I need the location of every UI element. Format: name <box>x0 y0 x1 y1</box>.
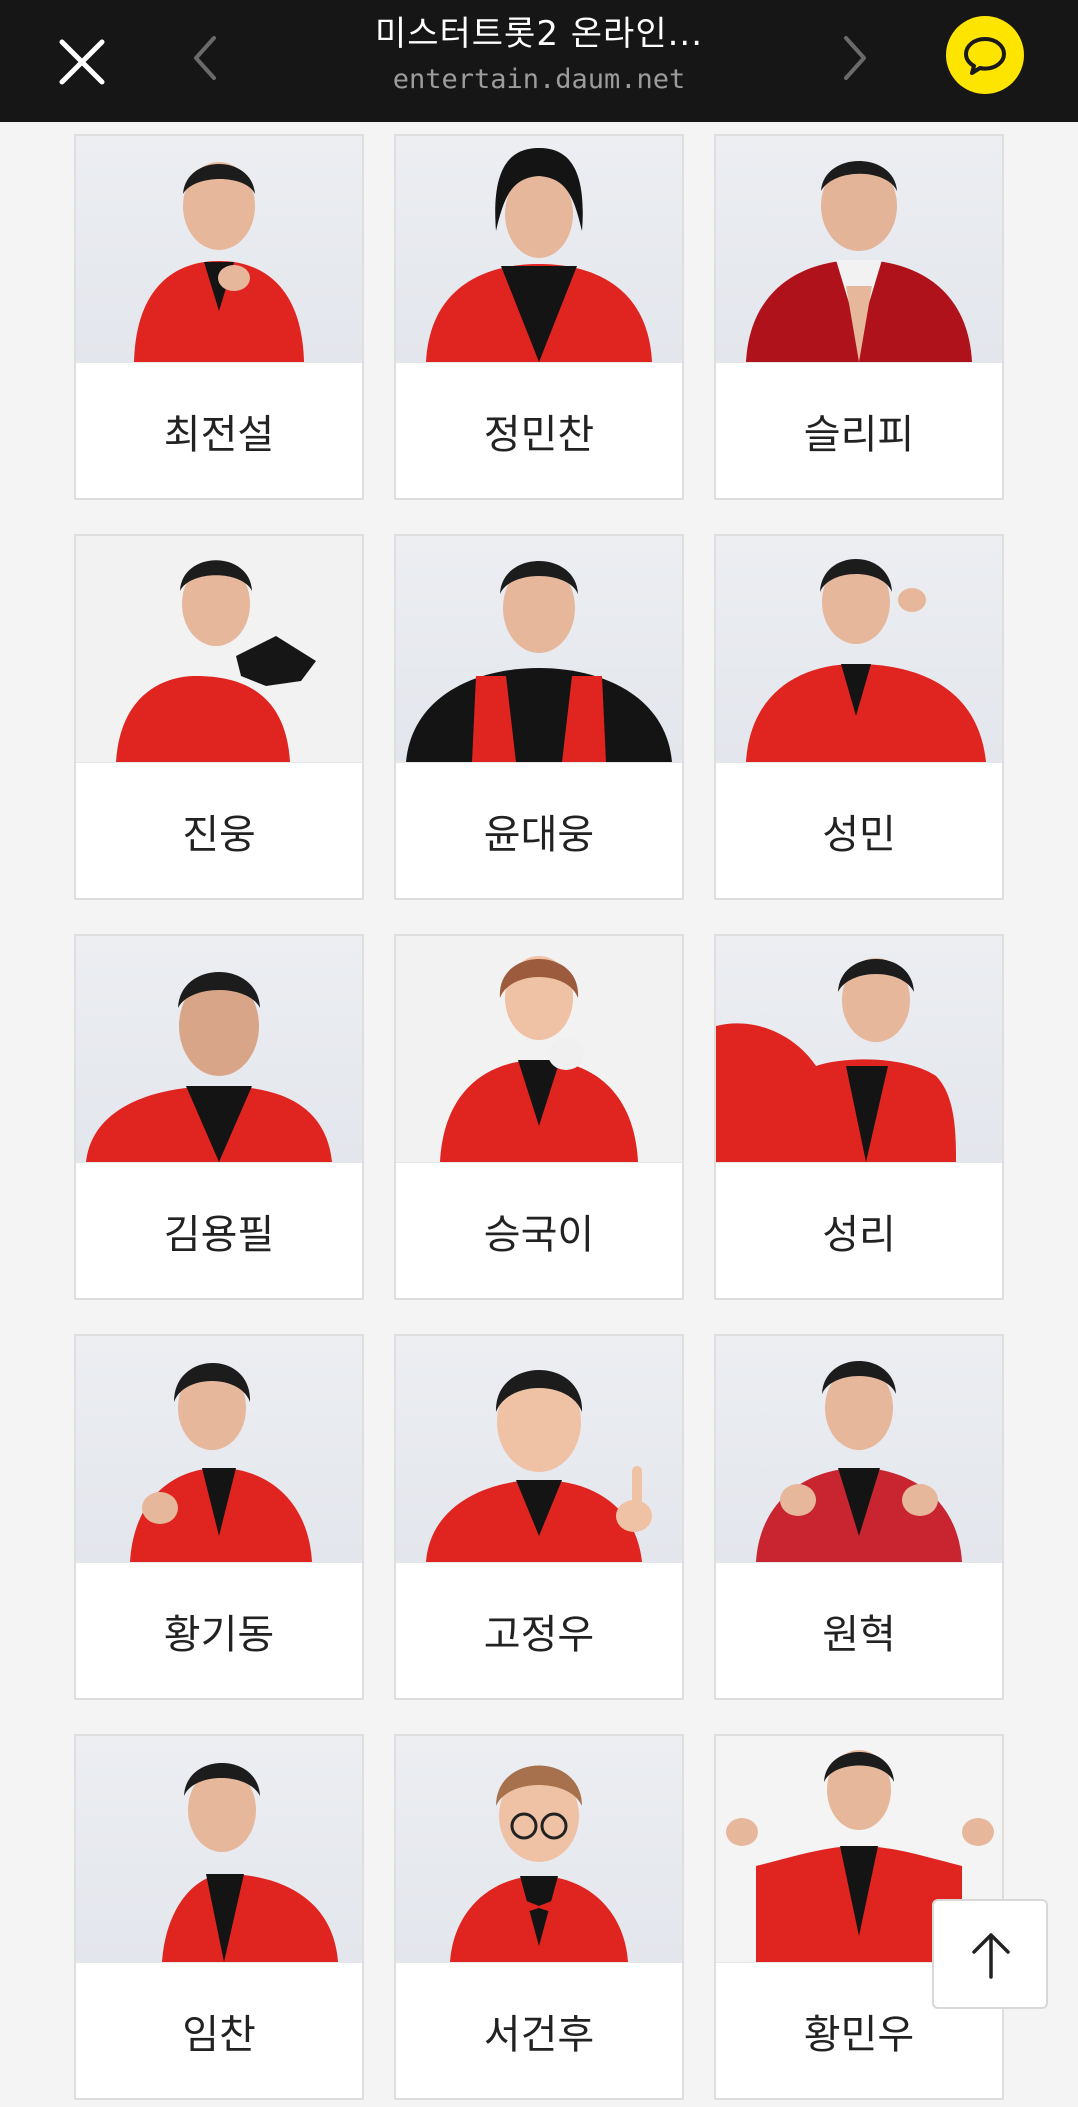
contestant-card[interactable]: 정민찬 <box>394 134 684 500</box>
contestant-photo <box>396 1336 682 1562</box>
contestant-name: 성리 <box>716 1162 1002 1298</box>
contestant-name: 원혁 <box>716 1562 1002 1698</box>
top-bar: 미스터트롯2 온라인... entertain.daum.net <box>0 0 1078 122</box>
contestant-card[interactable]: 진웅 <box>74 534 364 900</box>
next-button[interactable] <box>830 28 880 88</box>
contestant-photo <box>396 536 682 762</box>
close-button[interactable] <box>50 30 114 94</box>
contestant-name: 최전설 <box>76 362 362 498</box>
contestant-card[interactable]: 황기동 <box>74 1334 364 1700</box>
contestant-name: 승국이 <box>396 1162 682 1298</box>
contestant-photo <box>716 936 1002 1162</box>
page-title: 미스터트롯2 온라인... <box>374 14 704 54</box>
contestant-name: 정민찬 <box>396 362 682 498</box>
contestant-card[interactable]: 최전설 <box>74 134 364 500</box>
contestant-card[interactable]: 원혁 <box>714 1334 1004 1700</box>
contestant-name: 슬리피 <box>716 362 1002 498</box>
contestant-card[interactable]: 윤대웅 <box>394 534 684 900</box>
contestant-name: 진웅 <box>76 762 362 898</box>
arrow-up-icon <box>972 1933 1010 1979</box>
contestant-card[interactable]: 임찬 <box>74 1734 364 2100</box>
contestant-photo <box>76 136 362 362</box>
contestant-name: 고정우 <box>396 1562 682 1698</box>
contestant-photo <box>396 1736 682 1962</box>
contestant-photo <box>716 536 1002 762</box>
contestant-name: 성민 <box>716 762 1002 898</box>
contestant-name: 황기동 <box>76 1562 362 1698</box>
contestant-name: 김용필 <box>76 1162 362 1298</box>
scroll-to-top-button[interactable] <box>932 1899 1048 2009</box>
contestant-name: 윤대웅 <box>396 762 682 898</box>
contestant-card[interactable]: 성리 <box>714 934 1004 1300</box>
contestant-photo <box>716 136 1002 362</box>
page-url: entertain.daum.net <box>392 64 686 95</box>
contestant-photo <box>396 136 682 362</box>
contestant-photo <box>76 1736 362 1962</box>
kakaotalk-icon <box>964 37 1006 75</box>
contestant-name: 임찬 <box>76 1962 362 2098</box>
contestant-photo <box>76 536 362 762</box>
contestant-card[interactable]: 고정우 <box>394 1334 684 1700</box>
previous-button[interactable] <box>180 28 230 88</box>
close-icon <box>59 39 105 85</box>
chevron-right-icon <box>844 36 866 80</box>
contestant-photo <box>76 1336 362 1562</box>
contestant-photo <box>76 936 362 1162</box>
contestant-card[interactable]: 승국이 <box>394 934 684 1300</box>
contestant-card[interactable]: 성민 <box>714 534 1004 900</box>
contestant-photo <box>396 936 682 1162</box>
contestant-card[interactable]: 서건후 <box>394 1734 684 2100</box>
chevron-left-icon <box>194 36 216 80</box>
title-block: 미스터트롯2 온라인... entertain.daum.net <box>260 8 818 100</box>
contestant-card[interactable]: 김용필 <box>74 934 364 1300</box>
contestant-name: 서건후 <box>396 1962 682 2098</box>
contestant-card[interactable]: 슬리피 <box>714 134 1004 500</box>
kakaotalk-share-button[interactable] <box>946 16 1024 94</box>
contestant-photo <box>716 1336 1002 1562</box>
